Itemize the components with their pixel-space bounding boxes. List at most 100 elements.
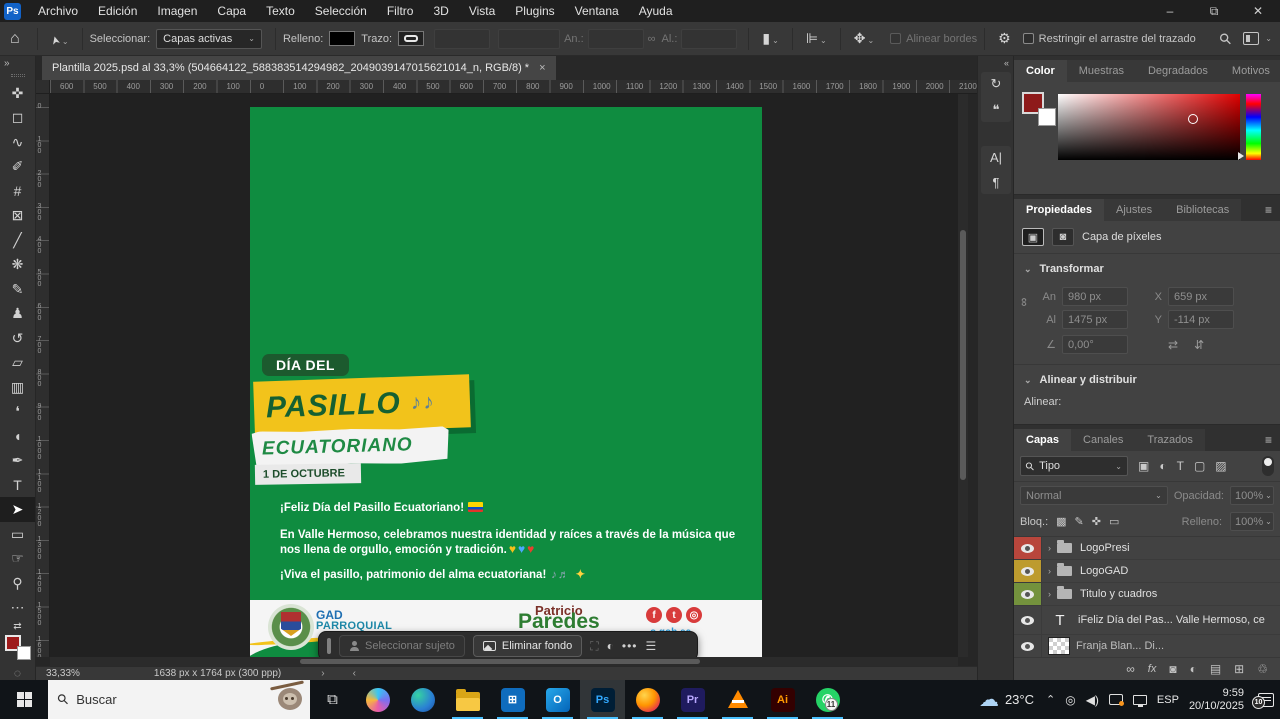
canvas-area[interactable]: DÍA DEL PASILLO ♪♪ ECUATORIANO 1 DE OCTU… bbox=[50, 94, 958, 657]
panel-menu-icon[interactable]: ≡ bbox=[1257, 433, 1280, 451]
menu-item[interactable]: 3D bbox=[424, 2, 457, 20]
link-layers-icon[interactable]: ∞ bbox=[1126, 662, 1135, 676]
filter-type-icon[interactable]: T bbox=[1177, 459, 1184, 473]
firefox-button[interactable] bbox=[625, 680, 670, 719]
tool-button[interactable]: ◻ bbox=[0, 105, 35, 130]
illustrator-button[interactable]: Ai bbox=[760, 680, 805, 719]
tab-ajustes[interactable]: Ajustes bbox=[1104, 199, 1164, 221]
layer-row[interactable]: › LogoPresi bbox=[1014, 537, 1280, 560]
layer-filter-dropdown[interactable]: ⚲Tipo⌄ bbox=[1020, 456, 1128, 476]
filter-smart-icon[interactable]: ▨ bbox=[1215, 459, 1226, 473]
tab-color[interactable]: Color bbox=[1014, 60, 1067, 82]
visibility-eye-icon[interactable] bbox=[1014, 583, 1042, 605]
speaker-icon[interactable]: ◀) bbox=[1086, 693, 1099, 707]
layer-row[interactable]: › LogoGAD bbox=[1014, 560, 1280, 583]
visibility-eye-icon[interactable] bbox=[1014, 560, 1042, 582]
home-icon[interactable]: ⌂ bbox=[0, 30, 30, 48]
filter-adjustment-icon[interactable]: ◐ bbox=[1159, 459, 1166, 473]
file-explorer-button[interactable] bbox=[445, 680, 490, 719]
tab-propiedades[interactable]: Propiedades bbox=[1014, 199, 1104, 221]
background-swatch[interactable] bbox=[1038, 108, 1056, 126]
tool-button[interactable]: # bbox=[0, 179, 35, 204]
expand-panel-icon[interactable]: » bbox=[0, 56, 14, 71]
chevron-right-icon[interactable]: › bbox=[1048, 543, 1051, 553]
drag-handle[interactable] bbox=[327, 638, 331, 654]
minimize-icon[interactable]: – bbox=[1148, 4, 1192, 19]
path-align-icon[interactable]: ⊫⌄ bbox=[800, 30, 833, 47]
notification-icon[interactable]: 10 bbox=[1258, 693, 1274, 707]
tool-button[interactable]: ✜ bbox=[0, 81, 35, 106]
tab-muestras[interactable]: Muestras bbox=[1067, 60, 1136, 82]
hue-strip[interactable] bbox=[1246, 94, 1261, 160]
path-arrange-icon[interactable]: ✥⌄ bbox=[848, 30, 880, 47]
tool-button[interactable]: ▥ bbox=[0, 375, 35, 400]
pathops-icon[interactable]: ▮⌄ bbox=[756, 30, 784, 47]
capas-activas-dropdown[interactable]: Capas activas⌄ bbox=[156, 29, 262, 49]
language-indicator[interactable]: ESP bbox=[1157, 694, 1179, 706]
layer-mask-icon[interactable]: ◙ bbox=[1169, 662, 1176, 676]
vlc-button[interactable] bbox=[715, 680, 760, 719]
tool-button[interactable]: ⋯ bbox=[0, 595, 35, 620]
tool-button[interactable]: ☞ bbox=[0, 546, 35, 571]
layer-row[interactable]: › Titulo y cuadros bbox=[1014, 583, 1280, 606]
foreground-background-swatches[interactable] bbox=[5, 635, 31, 660]
pixel-layer-thumb-icon[interactable]: ▣ bbox=[1022, 228, 1044, 246]
gear-icon[interactable]: ⚙ bbox=[992, 30, 1017, 47]
menu-item[interactable]: Vista bbox=[460, 2, 504, 20]
chevron-right-icon[interactable]: › bbox=[1048, 566, 1051, 576]
tool-button[interactable]: ▭ bbox=[0, 522, 35, 547]
saturation-field[interactable] bbox=[1058, 94, 1240, 160]
toolbar-grip[interactable] bbox=[11, 74, 25, 77]
tool-button[interactable]: ⊠ bbox=[0, 203, 35, 228]
chevron-right-icon[interactable]: › bbox=[1048, 589, 1051, 599]
restore-icon[interactable]: ⧉ bbox=[1192, 4, 1236, 19]
whatsapp-button[interactable]: ✆11 bbox=[805, 680, 850, 719]
tool-button[interactable]: ❋ bbox=[0, 252, 35, 277]
menu-item[interactable]: Capa bbox=[208, 2, 255, 20]
tool-button[interactable]: ⚲ bbox=[0, 571, 35, 596]
restringir-checkbox[interactable] bbox=[1023, 33, 1034, 44]
filter-toggle[interactable] bbox=[1262, 456, 1274, 476]
comment-panel-icon[interactable]: ❝ bbox=[993, 102, 1000, 118]
layer-style-icon[interactable]: fx bbox=[1148, 663, 1157, 675]
layer-row[interactable]: Franja Blan... Di... bbox=[1014, 635, 1280, 658]
menu-item[interactable]: Ayuda bbox=[630, 2, 682, 20]
menu-item[interactable]: Filtro bbox=[378, 2, 423, 20]
collapse-icon[interactable]: « bbox=[1004, 58, 1009, 68]
tool-button[interactable]: ➤ bbox=[0, 497, 35, 522]
tab-trazados[interactable]: Trazados bbox=[1135, 429, 1204, 451]
lock-position-icon[interactable]: ✜ bbox=[1092, 515, 1101, 528]
color-swatches[interactable] bbox=[1022, 92, 1056, 126]
color-picker-circle[interactable] bbox=[1188, 114, 1198, 124]
photoshop-button[interactable]: Ps bbox=[580, 680, 625, 719]
menu-item[interactable]: Archivo bbox=[29, 2, 87, 20]
premiere-button[interactable]: Pr bbox=[670, 680, 715, 719]
lock-artboard-icon[interactable]: ▭ bbox=[1109, 515, 1119, 528]
menu-item[interactable]: Plugins bbox=[506, 2, 563, 20]
tab-bibliotecas[interactable]: Bibliotecas bbox=[1164, 199, 1241, 221]
visibility-eye-icon[interactable] bbox=[1014, 606, 1042, 634]
chevron-down-icon[interactable]: ⌄ bbox=[1024, 375, 1032, 386]
tool-button[interactable]: ╱ bbox=[0, 228, 35, 253]
tab-canales[interactable]: Canales bbox=[1071, 429, 1135, 451]
menu-item[interactable]: Ventana bbox=[566, 2, 628, 20]
quick-mask-icon[interactable]: ◌ bbox=[14, 666, 21, 680]
mask-thumb-icon[interactable]: ◙ bbox=[1052, 228, 1074, 246]
tool-button[interactable]: ✒ bbox=[0, 448, 35, 473]
edge-button[interactable] bbox=[400, 680, 445, 719]
chevron-down-icon[interactable]: ⌄ bbox=[1024, 264, 1032, 275]
tab-degradados[interactable]: Degradados bbox=[1136, 60, 1220, 82]
tool-button[interactable]: ◖ bbox=[0, 424, 35, 449]
start-button[interactable] bbox=[0, 680, 48, 719]
tool-button[interactable]: ∿ bbox=[0, 130, 35, 155]
delete-layer-icon[interactable]: ♲ bbox=[1257, 662, 1268, 676]
taskbar-search[interactable]: ⚲ Buscar bbox=[48, 680, 310, 719]
chevron-right-icon[interactable]: › bbox=[281, 668, 324, 679]
lock-paint-icon[interactable]: ✎ bbox=[1075, 515, 1084, 528]
visibility-eye-icon[interactable] bbox=[1014, 537, 1042, 559]
network-icon[interactable] bbox=[1133, 695, 1147, 705]
tool-button[interactable]: ❛ bbox=[0, 399, 35, 424]
tool-button[interactable]: ↺ bbox=[0, 326, 35, 351]
menu-item[interactable]: Texto bbox=[257, 2, 304, 20]
tool-button[interactable]: ▱ bbox=[0, 350, 35, 375]
